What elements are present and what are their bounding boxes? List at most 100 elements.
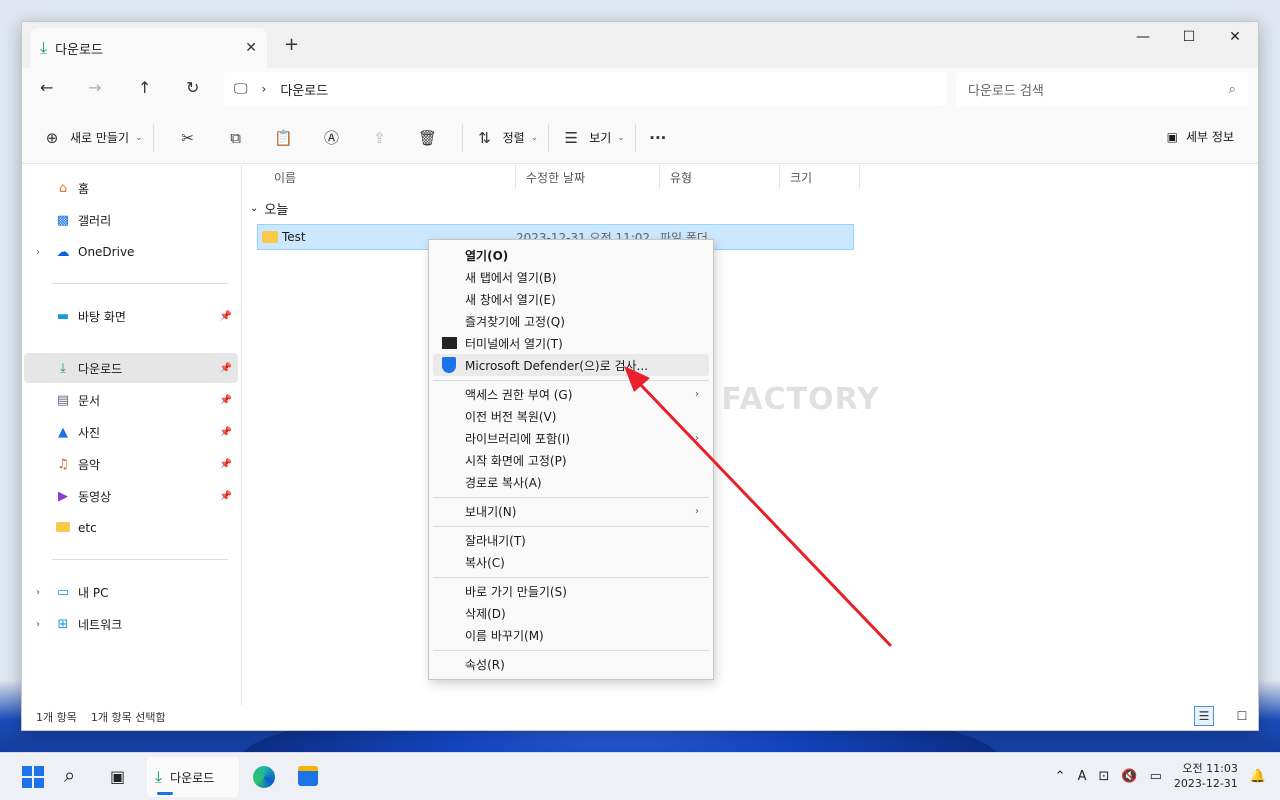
sidebar-item-downloads[interactable]: ⤓ 다운로드 📌 — [24, 353, 238, 383]
chevron-down-icon: ⌄ — [135, 132, 143, 143]
chevron-right-icon[interactable]: › — [36, 587, 40, 598]
sidebar-item-label: 네트워크 — [78, 617, 123, 632]
sort-icon: ⇅ — [478, 128, 491, 147]
file-name: Test — [282, 230, 306, 244]
new-tab-button[interactable]: + — [284, 34, 299, 55]
menu-item-pin-quick-access[interactable]: 즐겨찾기에 고정(Q) — [433, 310, 709, 332]
new-button[interactable]: ⊕ 새로 만들기 ⌄ — [40, 129, 143, 147]
sidebar-item-this-pc[interactable]: › ▭ 내 PC — [24, 577, 238, 607]
refresh-button[interactable]: ↻ — [186, 78, 199, 97]
sidebar-item-home[interactable]: ⌂ 홈 — [24, 173, 238, 203]
group-header-today[interactable]: ⌄ 오늘 — [250, 199, 288, 218]
column-header-type[interactable]: 유형 — [660, 165, 780, 189]
sidebar-item-gallery[interactable]: ▩ 갤러리 — [24, 205, 238, 235]
menu-item-restore-versions[interactable]: 이전 버전 복원(V) — [433, 405, 709, 427]
menu-item-label: 열기(O) — [465, 248, 509, 263]
search-input[interactable]: 다운로드 검색 — [968, 80, 1044, 99]
clock-time: 오전 11:03 — [1182, 762, 1238, 775]
context-menu: 열기(O) 새 탭에서 열기(B) 새 창에서 열기(E) 즐겨찾기에 고정(Q… — [428, 239, 714, 680]
details-view-icon[interactable]: ☰ — [1194, 706, 1214, 726]
tab-label: 다운로드 — [55, 42, 103, 58]
chevron-up-icon[interactable]: ⌃ — [1055, 769, 1066, 784]
sidebar-item-music[interactable]: ♫ 음악 📌 — [24, 449, 238, 479]
rename-icon[interactable]: Ⓐ — [320, 127, 344, 148]
column-header-size[interactable]: 크기 — [780, 165, 860, 189]
sort-button[interactable]: ⇅ 정렬 ⌄ — [473, 128, 538, 147]
minimize-button[interactable]: — — [1120, 22, 1166, 52]
view-list-icon: ☰ — [564, 128, 578, 147]
menu-item-copy-path[interactable]: 경로로 복사(A) — [433, 471, 709, 493]
menu-item-give-access[interactable]: 액세스 권한 부여 (G) › — [433, 383, 709, 405]
close-window-button[interactable]: ✕ — [1212, 22, 1258, 52]
system-tray: ⌃ A ⊡ 🔇 ▭ 오전 11:03 2023-12-31 🔔 — [1055, 761, 1266, 791]
taskbar-item-explorer[interactable]: ⤓ 다운로드 — [147, 757, 239, 797]
tiles-view-icon[interactable]: ☐ — [1232, 706, 1252, 726]
back-button[interactable]: ← — [40, 78, 53, 97]
column-header-name[interactable]: 이름 — [264, 165, 516, 189]
close-tab-icon[interactable]: ✕ — [245, 40, 257, 56]
video-icon: ▶ — [58, 488, 68, 504]
sidebar-item-documents[interactable]: ▤ 문서 📌 — [24, 385, 238, 415]
sidebar-item-label: 홈 — [78, 181, 90, 196]
menu-divider — [433, 650, 709, 651]
menu-item-send-to[interactable]: 보내기(N) › — [433, 500, 709, 522]
tab-downloads[interactable]: ⤓ 다운로드 ✕ — [30, 28, 267, 68]
task-view-icon[interactable]: ▣ — [110, 767, 125, 786]
forward-button[interactable]: → — [88, 78, 101, 97]
sidebar-item-desktop[interactable]: ▬ 바탕 화면 📌 — [24, 301, 238, 331]
search-icon[interactable]: ⌕ — [64, 763, 75, 787]
details-button[interactable]: ▣ 세부 정보 — [1167, 128, 1234, 145]
menu-item-open-new-window[interactable]: 새 창에서 열기(E) — [433, 288, 709, 310]
chevron-right-icon[interactable]: › — [36, 619, 40, 630]
menu-item-open-terminal[interactable]: 터미널에서 열기(T) — [433, 332, 709, 354]
more-options-button[interactable]: ··· — [646, 129, 670, 147]
menu-item-delete[interactable]: 삭제(D) — [433, 602, 709, 624]
start-button[interactable] — [22, 766, 44, 788]
search-box[interactable]: 다운로드 검색 ⌕ — [956, 72, 1248, 106]
share-icon[interactable]: ⇪ — [368, 129, 392, 147]
chevron-right-icon: › — [695, 505, 699, 517]
menu-item-copy[interactable]: 복사(C) — [433, 551, 709, 573]
details-label: 세부 정보 — [1186, 130, 1234, 144]
volume-muted-icon[interactable]: 🔇 — [1121, 769, 1137, 784]
address-bar[interactable]: 🖵 › 다운로드 — [224, 72, 946, 106]
sidebar-item-onedrive[interactable]: › ☁ OneDrive — [24, 237, 238, 267]
sidebar-item-etc[interactable]: etc — [24, 513, 238, 543]
battery-icon[interactable]: ▭ — [1150, 769, 1162, 784]
chevron-right-icon[interactable]: › — [36, 247, 40, 258]
view-button[interactable]: ☰ 보기 ⌄ — [559, 128, 624, 147]
sidebar-item-pictures[interactable]: ▲ 사진 📌 — [24, 417, 238, 447]
network-icon[interactable]: ⊡ — [1098, 769, 1109, 784]
menu-item-open[interactable]: 열기(O) — [433, 244, 709, 266]
pin-icon: 📌 — [219, 310, 232, 322]
notification-bell-icon[interactable]: 🔔 — [1250, 769, 1266, 784]
menu-item-create-shortcut[interactable]: 바로 가기 만들기(S) — [433, 580, 709, 602]
menu-item-defender-scan[interactable]: Microsoft Defender(으)로 검사... — [433, 354, 709, 376]
edge-icon[interactable] — [253, 766, 275, 793]
sidebar-item-videos[interactable]: ▶ 동영상 📌 — [24, 481, 238, 511]
menu-item-properties[interactable]: 속성(R) — [433, 653, 709, 675]
menu-item-rename[interactable]: 이름 바꾸기(M) — [433, 624, 709, 646]
input-method-icon[interactable]: A — [1078, 769, 1087, 784]
menu-item-open-new-tab[interactable]: 새 탭에서 열기(B) — [433, 266, 709, 288]
breadcrumb[interactable]: 다운로드 — [280, 80, 328, 99]
command-bar: ⊕ 새로 만들기 ⌄ ✂ ⧉ 📋 Ⓐ ⇪ 🗑 ⇅ 정렬 ⌄ ☰ 보기 ⌄ ···… — [22, 112, 1258, 164]
picture-icon: ▲ — [58, 424, 68, 440]
menu-item-cut[interactable]: 잘라내기(T) — [433, 529, 709, 551]
store-icon[interactable] — [298, 766, 318, 791]
clock[interactable]: 오전 11:03 2023-12-31 — [1174, 761, 1238, 791]
up-button[interactable]: ↑ — [138, 78, 151, 97]
sidebar-item-network[interactable]: › ⊞ 네트워크 — [24, 609, 238, 639]
menu-divider — [433, 380, 709, 381]
menu-item-pin-start[interactable]: 시작 화면에 고정(P) — [433, 449, 709, 471]
pin-icon: 📌 — [219, 458, 232, 470]
sort-label: 정렬 — [502, 131, 525, 145]
menu-item-include-library[interactable]: 라이브러리에 포함(I) › — [433, 427, 709, 449]
column-header-modified[interactable]: 수정한 날짜 — [516, 165, 660, 189]
maximize-button[interactable]: ☐ — [1166, 22, 1212, 52]
cut-icon[interactable]: ✂ — [176, 129, 200, 147]
delete-icon[interactable]: 🗑 — [416, 129, 440, 147]
copy-icon[interactable]: ⧉ — [224, 129, 248, 147]
sidebar-item-label: etc — [78, 521, 97, 535]
paste-icon[interactable]: 📋 — [272, 129, 296, 147]
